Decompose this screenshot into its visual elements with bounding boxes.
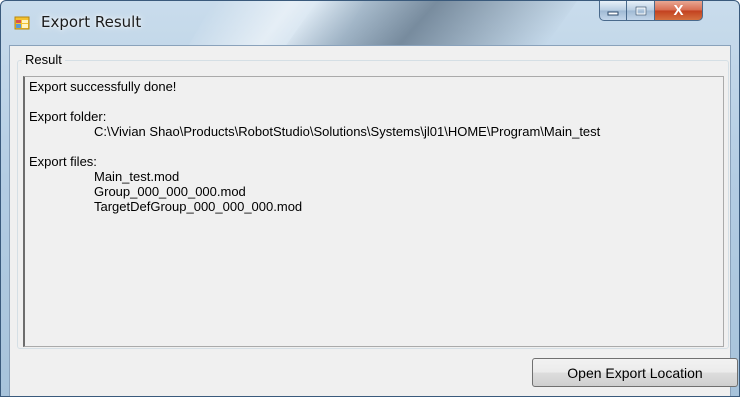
close-icon: X [673,2,684,19]
export-folder-path: C:\Vivian Shao\Products\RobotStudio\Solu… [94,124,601,139]
export-files-label: Export files: [29,154,97,169]
close-button[interactable]: X [655,1,703,21]
application-form-icon [14,15,30,31]
client-area: Result Export successfully done! Export … [9,45,738,396]
result-group-label: Result [22,52,65,67]
minimize-icon [607,11,619,15]
export-result-window: Export Result X Result Export successful… [0,0,740,397]
export-file-item: Main_test.mod [94,169,180,184]
open-export-location-button[interactable]: Open Export Location [532,358,738,387]
export-folder-label: Export folder: [29,109,107,124]
caption-buttons: X [599,1,703,21]
export-status-text: Export successfully done! [29,79,177,94]
minimize-button[interactable] [599,1,627,21]
maximize-button[interactable] [627,1,655,21]
export-file-item: Group_000_000_000.mod [94,184,246,199]
maximize-icon [635,6,646,15]
button-bar: Open Export Location [10,356,738,396]
result-text-area[interactable]: Export successfully done! Export folder:… [23,76,724,347]
window-title: Export Result [41,13,142,31]
export-file-item: TargetDefGroup_000_000_000.mod [94,199,303,214]
